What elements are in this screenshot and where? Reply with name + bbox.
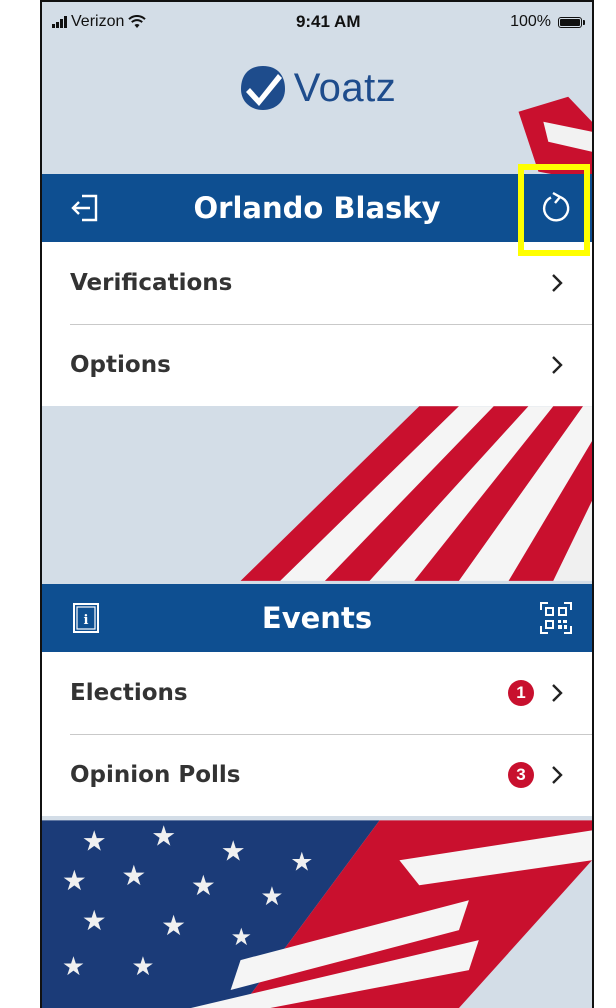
profile-menu-list: Verifications Options — [42, 242, 592, 406]
profile-header-bar: Orlando Blasky — [42, 174, 592, 242]
svg-text:★: ★ — [221, 835, 246, 866]
svg-text:★: ★ — [161, 910, 186, 941]
svg-text:i: i — [84, 613, 89, 628]
profile-name: Orlando Blasky — [193, 191, 441, 225]
svg-text:★: ★ — [82, 825, 107, 856]
refresh-highlight-box — [518, 164, 590, 256]
wifi-icon — [128, 15, 147, 28]
checkmark-shield-icon — [240, 66, 285, 110]
events-header-bar: i Events — [42, 584, 592, 652]
chevron-right-icon — [550, 354, 564, 376]
svg-text:★: ★ — [62, 953, 85, 981]
svg-text:★: ★ — [231, 924, 252, 951]
info-icon: i — [73, 603, 99, 633]
battery-icon — [557, 16, 585, 28]
logo-text: Voatz — [293, 65, 397, 110]
status-right: 100% — [510, 13, 585, 31]
elections-label: Elections — [70, 680, 188, 706]
flag-background-image: ★ ★ ★ ★ ★ ★ ★ ★ ★ ★ ★ ★ ★ — [42, 2, 592, 1008]
options-label: Options — [70, 352, 171, 378]
opinion-polls-count-badge: 3 — [508, 762, 534, 788]
signal-strength-icon — [52, 16, 67, 28]
battery-percent: 100% — [510, 13, 551, 30]
opinion-polls-row[interactable]: Opinion Polls 3 — [42, 734, 592, 816]
status-left: Verizon — [52, 13, 147, 31]
svg-text:★: ★ — [131, 953, 154, 981]
elections-row[interactable]: Elections 1 — [42, 652, 592, 734]
status-time: 9:41 AM — [295, 12, 361, 31]
svg-text:★: ★ — [121, 860, 146, 891]
svg-text:★: ★ — [290, 848, 313, 876]
svg-text:★: ★ — [151, 820, 176, 851]
events-menu-list: Elections 1 Opinion Polls 3 — [42, 652, 592, 816]
qr-code-icon — [540, 602, 572, 634]
verifications-row[interactable]: Verifications — [42, 242, 592, 324]
svg-text:★: ★ — [260, 883, 283, 911]
opinion-polls-label: Opinion Polls — [70, 762, 241, 788]
status-bar: Verizon 9:41 AM 100% — [42, 2, 592, 42]
svg-text:★: ★ — [191, 870, 216, 901]
chevron-right-icon — [550, 272, 564, 294]
voatz-logo: Voatz — [42, 64, 592, 112]
info-button[interactable]: i — [56, 584, 116, 652]
svg-text:★: ★ — [82, 905, 107, 936]
elections-count-badge: 1 — [508, 680, 534, 706]
carrier-label: Verizon — [71, 13, 125, 30]
logout-icon — [71, 194, 98, 222]
events-title: Events — [261, 601, 373, 635]
chevron-right-icon — [550, 764, 564, 786]
chevron-right-icon — [550, 682, 564, 704]
verifications-label: Verifications — [70, 270, 233, 296]
logout-button[interactable] — [56, 174, 116, 242]
svg-text:★: ★ — [62, 865, 87, 896]
phone-screen: ★ ★ ★ ★ ★ ★ ★ ★ ★ ★ ★ ★ ★ Verizon 9:41 A… — [40, 0, 594, 1008]
options-row[interactable]: Options — [42, 324, 592, 406]
qr-scan-button[interactable] — [526, 584, 586, 652]
